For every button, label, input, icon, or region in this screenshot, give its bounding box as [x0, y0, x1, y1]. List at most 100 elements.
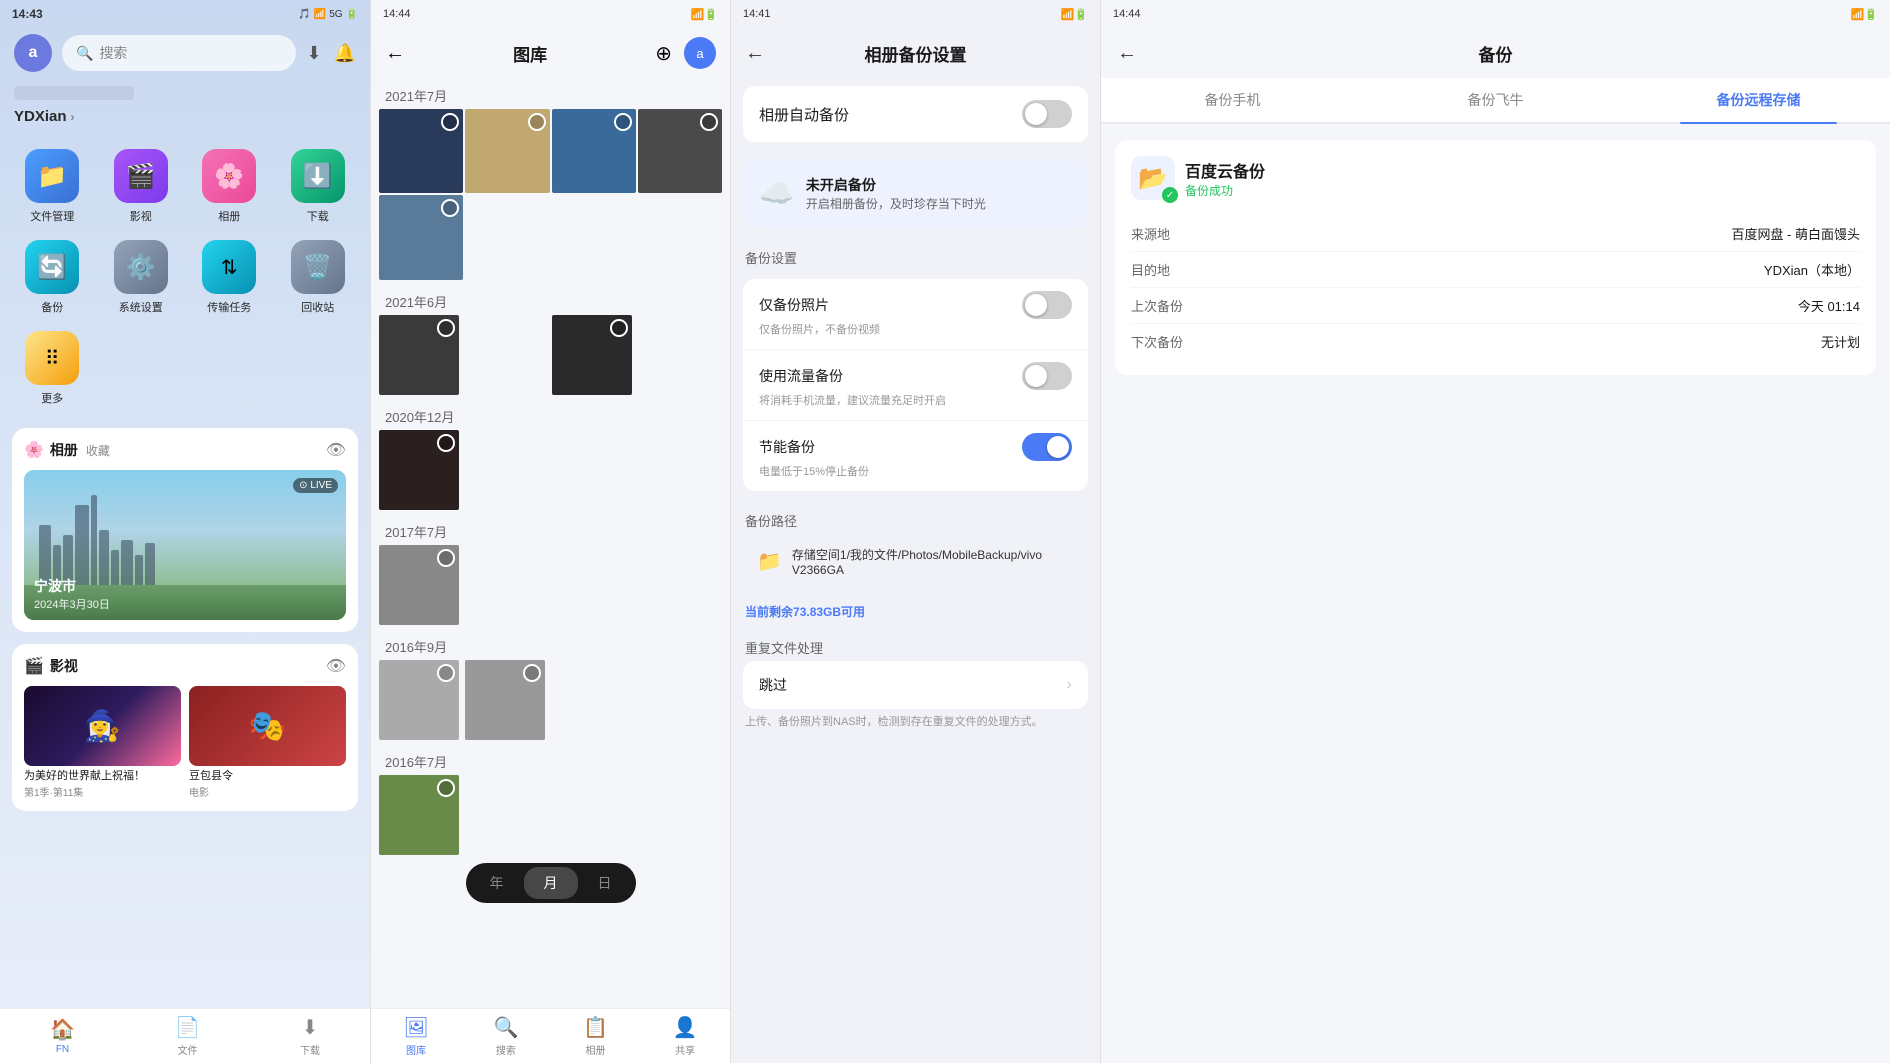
month-label-0: 2021年7月	[379, 78, 722, 109]
eye-icon[interactable]: 👁	[326, 440, 346, 460]
panel4-tabs: 备份手机 备份飞牛 备份远程存储	[1101, 78, 1890, 124]
thumb-4-1[interactable]	[465, 660, 545, 740]
backup-path-box[interactable]: 📁 存储空间1/我的文件/Photos/MobileBackup/vivo V2…	[743, 534, 1088, 589]
thumb-0-1[interactable]	[465, 109, 549, 193]
thumb-select	[441, 199, 459, 217]
app-item-file-manager[interactable]: 📁 文件管理	[8, 141, 97, 232]
app-item-download[interactable]: ⬇️ 下载	[274, 141, 363, 232]
photo-location: 宁波市	[34, 576, 110, 596]
thumb-0-3[interactable]	[638, 109, 722, 193]
tab-backup-phone[interactable]: 备份手机	[1101, 78, 1364, 122]
energy-saving-row: 节能备份 电量低于15%停止备份	[743, 421, 1088, 491]
backup-detail-dest-label: 目的地	[1131, 260, 1170, 279]
thumb-2-0[interactable]	[379, 430, 459, 510]
cellular-label: 使用流量备份	[759, 366, 1022, 386]
backup-detail-next-label: 下次备份	[1131, 332, 1183, 351]
backup-prompt-title: 未开启备份	[806, 175, 986, 195]
settings-title-bar: ← 相册备份设置	[731, 28, 1100, 78]
app-icon-settings: ⚙️	[114, 240, 168, 294]
gallery-nav-photos[interactable]: 📋 相册	[583, 1015, 608, 1057]
auto-backup-toggle[interactable]	[1022, 100, 1072, 128]
app-grid: 📁 文件管理 🎬 影视 🌸 相册 ⬇️ 下载 🔄 备份 ⚙️ 系统设置 ⇅ 传输…	[0, 133, 370, 422]
notification-icon[interactable]: 🔔	[334, 43, 356, 64]
thumb-5-0[interactable]	[379, 775, 459, 855]
backup-item-baidu: 📂 ✓ 百度云备份 备份成功 来源地 百度网盘 - 萌白面馒头 目的地 YDXi…	[1115, 140, 1876, 375]
photo-only-main: 仅备份照片	[759, 291, 1072, 319]
app-item-settings[interactable]: ⚙️ 系统设置	[97, 232, 186, 323]
download-icon[interactable]: ⬇	[306, 43, 321, 64]
gallery-nav-search[interactable]: 🔍 搜索	[493, 1015, 518, 1057]
thumb-select	[528, 113, 546, 131]
cellular-toggle[interactable]	[1022, 362, 1072, 390]
panel4-status-time: 14:44	[1113, 8, 1141, 20]
username-row	[0, 82, 370, 108]
path-folder-icon: 📁	[757, 549, 782, 574]
search-input-box[interactable]: 🔍 搜索	[62, 35, 296, 71]
app-item-recycle[interactable]: 🗑️ 回收站	[274, 232, 363, 323]
app-item-more[interactable]: ⠿ 更多	[8, 323, 97, 414]
album-card-title: 相册	[50, 440, 78, 460]
month-label-4: 2016年9月	[379, 629, 722, 660]
dl-icon: ⬇	[302, 1015, 319, 1040]
settings-back-icon[interactable]: ←	[745, 42, 765, 65]
gallery-content: 2021年7月 2021年6月	[371, 78, 730, 1008]
app-item-album[interactable]: 🌸 相册	[185, 141, 274, 232]
video-eye-icon[interactable]: 👁	[326, 656, 346, 676]
bottom-nav-fn[interactable]: 🏠 FN	[50, 1017, 75, 1055]
duplicate-row[interactable]: 跳过 ›	[743, 661, 1088, 709]
app-item-transfer[interactable]: ⇅ 传输任务	[185, 232, 274, 323]
gallery-avatar[interactable]: a	[684, 37, 716, 69]
backup-detail-source-label: 来源地	[1131, 224, 1170, 243]
gallery-add-icon[interactable]: ⊕	[655, 41, 672, 66]
gallery-nav-share[interactable]: 👤 共享	[673, 1015, 698, 1057]
gallery-actions: ⊕ a	[655, 37, 716, 69]
gallery-tab-bar: 年 月 日	[379, 863, 722, 903]
panel4-status-bar: 14:44 📶🔋	[1101, 0, 1890, 28]
gallery-tab-year[interactable]: 年	[470, 867, 524, 899]
gallery-nav-album[interactable]: 🖼 图库	[403, 1015, 428, 1057]
gallery-tab-month[interactable]: 月	[524, 867, 578, 899]
app-item-backup[interactable]: 🔄 备份	[8, 232, 97, 323]
backup-detail-last-label: 上次备份	[1131, 296, 1183, 315]
tab-backup-remote[interactable]: 备份远程存储	[1627, 78, 1890, 122]
gallery-tab-day[interactable]: 日	[578, 867, 632, 899]
gallery-grid-1	[379, 315, 722, 395]
username-label-row[interactable]: YDXian ›	[0, 108, 370, 133]
video-item-1[interactable]: 🎭 豆包县令 电影	[189, 686, 346, 799]
gallery-nav-album-icon: 🖼	[403, 1015, 428, 1040]
thumb-4-0[interactable]	[379, 660, 459, 740]
avatar[interactable]: a	[14, 34, 52, 72]
photo-card[interactable]: ⊙ LIVE 宁波市 2024年3月30日	[24, 470, 346, 620]
photo-only-label: 仅备份照片	[759, 295, 1022, 315]
gallery-back-icon[interactable]: ←	[385, 42, 405, 65]
gallery-status-icons: 📶🔋	[691, 8, 718, 21]
app-item-video[interactable]: 🎬 影视	[97, 141, 186, 232]
backup-details: 来源地 百度网盘 - 萌白面馒头 目的地 YDXian（本地） 上次备份 今天 …	[1131, 216, 1860, 359]
panel2-gallery: 14:44 📶🔋 ← 图库 ⊕ a 2021年7月	[370, 0, 730, 1063]
video-card: 🎬 影视 👁 🧙‍♀️ 为美好的世界献上祝福！ 第1季·第11集 🎭 豆包县令 …	[12, 644, 358, 811]
photo-date: 2024年3月30日	[34, 596, 110, 612]
thumb-1-0[interactable]	[379, 315, 459, 395]
cellular-main: 使用流量备份	[759, 362, 1072, 390]
video-img-1: 🎭	[189, 686, 346, 766]
thumb-0-4[interactable]	[379, 195, 463, 279]
settings-status-time: 14:41	[743, 8, 771, 20]
gallery-nav-photos-label: 相册	[586, 1042, 606, 1057]
thumb-1-1[interactable]	[552, 315, 632, 395]
panel4-back-icon[interactable]: ←	[1117, 42, 1137, 65]
tab-backup-feiniu[interactable]: 备份飞牛	[1364, 78, 1627, 122]
gallery-status-time: 14:44	[383, 8, 411, 20]
backup-detail-dest: 目的地 YDXian（本地）	[1131, 252, 1860, 288]
thumb-0-2[interactable]	[552, 109, 636, 193]
bottom-nav-files[interactable]: 📄 文件	[175, 1015, 200, 1057]
thumb-3-0[interactable]	[379, 545, 459, 625]
photo-only-toggle[interactable]	[1022, 291, 1072, 319]
bottom-nav-dl[interactable]: ⬇ 下载	[300, 1015, 320, 1057]
auto-backup-section: 相册自动备份	[743, 86, 1088, 143]
month-label-5: 2016年7月	[379, 744, 722, 775]
energy-saving-toggle[interactable]	[1022, 433, 1072, 461]
video-item-0[interactable]: 🧙‍♀️ 为美好的世界献上祝福！ 第1季·第11集	[24, 686, 181, 799]
thumb-0-0[interactable]	[379, 109, 463, 193]
album-card-icon: 🌸	[24, 440, 44, 460]
backup-detail-last: 上次备份 今天 01:14	[1131, 288, 1860, 324]
